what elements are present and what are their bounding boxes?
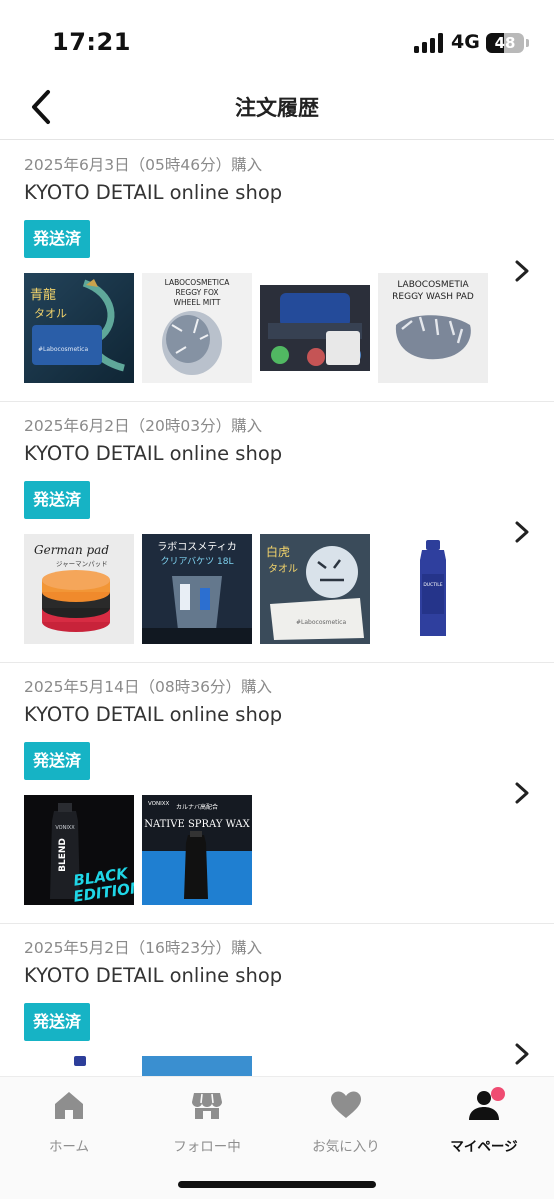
heart-icon — [331, 1091, 361, 1118]
shipped-status-badge: 発送済 — [24, 742, 91, 780]
product-thumbnail: 青龍 タオル #Labocosmetica — [24, 273, 134, 383]
svg-text:NATIVE SPRAY WAX: NATIVE SPRAY WAX — [144, 819, 250, 830]
svg-text:タオル: タオル — [268, 563, 298, 575]
product-image-icon — [142, 1056, 252, 1076]
order-history-screen: 17:21 4G 48 注文履歴 2025年6月3日（05時46分）購入 KYO… — [0, 0, 554, 1199]
order-shop-name: KYOTO DETAIL online shop — [24, 703, 283, 726]
product-thumbnail: German pad ジャーマンパッド — [24, 534, 134, 644]
wheel-mitt-icon: LABOCOSMETICA REGGY FOX WHEEL MITT — [142, 273, 252, 383]
chevron-right-icon — [515, 782, 529, 804]
svg-text:LABOCOSMETIA: LABOCOSMETIA — [397, 280, 469, 290]
tiger-towel-icon: 白虎 タオル #Labocosmetica — [260, 534, 370, 644]
tab-mypage[interactable]: マイページ — [415, 1087, 553, 1159]
tab-label: フォロー中 — [173, 1139, 241, 1155]
order-list[interactable]: 2025年6月3日（05時46分）購入 KYOTO DETAIL online … — [0, 141, 554, 1076]
clear-bucket-icon: ラボコスメティカ クリアバケツ 18L — [142, 534, 252, 644]
battery-nub — [526, 39, 529, 47]
home-indicator — [178, 1181, 376, 1188]
svg-text:BLEND: BLEND — [58, 838, 68, 872]
svg-text:ジャーマンパッド: ジャーマンパッド — [56, 560, 108, 568]
svg-text:VONIXX: VONIXX — [148, 801, 169, 807]
tab-following[interactable]: フォロー中 — [138, 1087, 276, 1159]
led-cart-icon — [260, 273, 370, 383]
chevron-right-icon — [515, 1043, 529, 1065]
svg-text:カルナバ高配合: カルナバ高配合 — [176, 803, 218, 811]
product-thumbnail: LABOCOSMETICA REGGY FOX WHEEL MITT — [142, 273, 252, 383]
product-thumbnail: 白虎 タオル #Labocosmetica — [260, 534, 370, 644]
battery-percent: 48 — [494, 34, 516, 52]
svg-text:ラボコスメティカ: ラボコスメティカ — [157, 541, 236, 553]
svg-text:白虎: 白虎 — [266, 544, 290, 559]
shipped-status-badge: 発送済 — [24, 1003, 91, 1041]
shop-icon — [192, 1093, 222, 1119]
svg-text:REGGY FOX: REGGY FOX — [175, 288, 218, 297]
order-date: 2025年6月3日（05時46分）購入 — [24, 156, 263, 174]
product-thumbnail: VONIXX カルナバ高配合 NATIVE SPRAY WAX — [142, 795, 252, 905]
order-item[interactable]: 2025年6月3日（05時46分）購入 KYOTO DETAIL online … — [0, 141, 554, 402]
blue-bottle-icon: DUCTILE — [378, 534, 488, 644]
product-thumbnail — [142, 1056, 252, 1076]
svg-text:LABOCOSMETICA: LABOCOSMETICA — [165, 278, 231, 287]
svg-text:WHEEL MITT: WHEEL MITT — [174, 298, 221, 307]
nav-header: 注文履歴 — [0, 80, 554, 140]
svg-text:クリアバケツ 18L: クリアバケツ 18L — [161, 556, 234, 567]
status-bar: 17:21 4G 48 — [0, 0, 554, 80]
order-item[interactable]: 2025年6月2日（20時03分）購入 KYOTO DETAIL online … — [0, 402, 554, 663]
product-thumbnail: ラボコスメティカ クリアバケツ 18L — [142, 534, 252, 644]
tab-label: マイページ — [450, 1139, 518, 1155]
spray-wax-icon: VONIXX カルナバ高配合 NATIVE SPRAY WAX — [142, 795, 252, 905]
product-thumbnail — [24, 1056, 134, 1076]
order-item[interactable]: 2025年5月14日（08時36分）購入 KYOTO DETAIL online… — [0, 663, 554, 924]
bottle-icon — [24, 1056, 134, 1076]
svg-text:REGGY WASH PAD: REGGY WASH PAD — [392, 292, 474, 302]
german-pad-icon: German pad ジャーマンパッド — [24, 534, 134, 644]
notification-dot — [491, 1087, 505, 1101]
product-thumbnail — [260, 273, 370, 383]
product-thumbnail: LABOCOSMETIA REGGY WASH PAD — [378, 273, 488, 383]
blend-bottle-icon: VONIXX BLEND BLACK EDITION — [24, 795, 134, 905]
network-type: 4G — [451, 31, 480, 53]
chevron-right-icon — [515, 260, 529, 282]
tab-home[interactable]: ホーム — [0, 1087, 138, 1159]
order-shop-name: KYOTO DETAIL online shop — [24, 964, 283, 987]
tab-favorites[interactable]: お気に入り — [277, 1087, 415, 1159]
svg-text:#Labocosmetica: #Labocosmetica — [296, 619, 346, 626]
shipped-status-badge: 発送済 — [24, 481, 91, 519]
wash-pad-icon: LABOCOSMETIA REGGY WASH PAD — [378, 273, 488, 383]
chevron-right-icon — [515, 521, 529, 543]
order-item[interactable]: 2025年5月2日（16時23分）購入 KYOTO DETAIL online … — [0, 924, 554, 1076]
svg-text:DUCTILE: DUCTILE — [423, 582, 442, 588]
order-date: 2025年5月14日（08時36分）購入 — [24, 678, 272, 696]
tab-label: お気に入り — [312, 1139, 380, 1155]
svg-text:青龍: 青龍 — [30, 287, 56, 303]
svg-text:VONIXX: VONIXX — [55, 825, 75, 831]
svg-text:タオル: タオル — [34, 307, 67, 320]
order-date: 2025年5月2日（16時23分）購入 — [24, 939, 263, 957]
product-thumbnail: VONIXX BLEND BLACK EDITION — [24, 795, 134, 905]
status-time: 17:21 — [52, 28, 131, 56]
cellular-signal-icon — [414, 33, 444, 53]
order-shop-name: KYOTO DETAIL online shop — [24, 181, 283, 204]
product-thumbnail: DUCTILE — [378, 534, 488, 644]
order-shop-name: KYOTO DETAIL online shop — [24, 442, 283, 465]
shipped-status-badge: 発送済 — [24, 220, 91, 258]
tab-label: ホーム — [48, 1139, 90, 1155]
svg-text:#Labocosmetica: #Labocosmetica — [38, 346, 88, 353]
svg-text:German pad: German pad — [34, 543, 109, 557]
home-icon — [55, 1092, 83, 1119]
battery-icon: 48 — [486, 33, 524, 53]
bottom-tab-bar: ホーム フォロー中 お気に入り マイページ — [0, 1076, 554, 1199]
order-date: 2025年6月2日（20時03分）購入 — [24, 417, 263, 435]
page-title: 注文履歴 — [235, 96, 319, 120]
dragon-towel-icon: 青龍 タオル #Labocosmetica — [24, 273, 134, 383]
